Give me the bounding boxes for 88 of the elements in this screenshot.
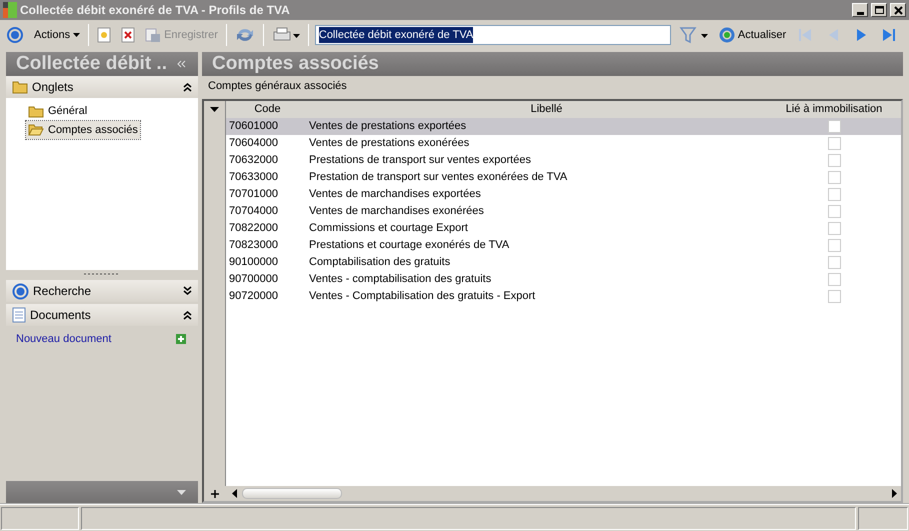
column-header[interactable]: Lié à immobilisation: [784, 101, 884, 118]
table-cell-text: 70601000: [228, 119, 279, 134]
refresh-icon: [718, 27, 735, 43]
checkbox[interactable]: [828, 239, 840, 252]
table-cell-text: 70701000: [228, 187, 279, 202]
table-cell-text: 90720000: [228, 289, 279, 304]
window-title: Collectée débit exonéré de TVA - Profils de TVA: [20, 2, 291, 19]
table-cell-text: 70633000: [228, 170, 279, 186]
table-cell-text: 70823000: [228, 238, 279, 254]
plus-icon: [210, 488, 220, 498]
search-icon: [12, 282, 29, 300]
maximize-icon: [874, 4, 884, 16]
checkbox[interactable]: [828, 137, 840, 150]
table-cell-text: Ventes de marchandises exportées: [308, 187, 482, 202]
table-cell-text: Prestation de transport sur ventes exonérées de TVA: [308, 170, 568, 186]
table-cell-text: Comptabilisation des gratuits: [308, 255, 452, 270]
checkbox[interactable]: [828, 120, 840, 133]
table-row[interactable]: 70701000 Ventes de marchandises exportées: [226, 186, 901, 203]
column-header[interactable]: Code: [226, 101, 306, 118]
folder-icon: [12, 80, 28, 94]
checkbox[interactable]: [828, 273, 840, 286]
table-cell-text: Ventes - Comptabilisation des gratuits - Export: [308, 289, 536, 304]
minimize-button[interactable]: [852, 3, 868, 17]
panel-title: Collectée débit ..: [16, 52, 167, 76]
table-row[interactable]: 70704000 Ventes de marchandises exonérées: [226, 203, 901, 220]
table-row[interactable]: 90100000 Comptabilisation des gratuits: [226, 254, 901, 271]
section-title: Comptes généraux associés: [208, 78, 347, 94]
close-button[interactable]: [890, 3, 906, 17]
app-logo-icon: [3, 2, 17, 18]
table-cell-text: Prestations et courtage exonérés de TVA: [308, 238, 510, 254]
caret-icon: [73, 33, 80, 37]
scroll-right-button[interactable]: [890, 489, 898, 498]
table-row[interactable]: 70823000 Prestations et courtage exonérés de TVA: [226, 237, 901, 254]
table-cell-text: 70604000: [228, 136, 279, 152]
new-document-link[interactable]: Nouveau document: [16, 331, 112, 348]
folder-icon: [28, 104, 44, 118]
table-row[interactable]: 70632000 Prestations de transport sur ventes exportées: [226, 152, 901, 169]
add-button[interactable]: [174, 334, 188, 344]
table-row[interactable]: 70601000 Ventes de prestations exportées: [226, 118, 901, 135]
checkbox[interactable]: [828, 222, 840, 235]
checkbox[interactable]: [828, 171, 840, 184]
save-icon: [145, 27, 162, 43]
section-header[interactable]: Documents: [6, 304, 198, 326]
checkbox[interactable]: [828, 205, 840, 218]
table-cell-text: Ventes - comptabilisation des gratuits: [308, 272, 492, 288]
minimize-icon: [856, 12, 864, 15]
menu-button[interactable]: [4, 26, 26, 44]
document-icon: [12, 307, 26, 323]
tree-item[interactable]: Comptes associés: [26, 120, 140, 139]
table-cell-text: Commissions et courtage Export: [308, 221, 469, 236]
table-cell-text: Ventes de marchandises exonérées: [308, 204, 485, 220]
table-row[interactable]: 90720000 Ventes - Comptabilisation des gratuits - Export: [226, 288, 901, 305]
table-cell-text: 90100000: [228, 255, 279, 270]
delete-button[interactable]: [119, 27, 138, 43]
table-cell-text: 70822000: [228, 221, 279, 236]
collapse-button[interactable]: [175, 60, 188, 68]
table-cell-text: 90700000: [228, 272, 279, 288]
checkbox[interactable]: [828, 256, 840, 269]
table-cell-text: 70704000: [228, 204, 279, 220]
checkbox[interactable]: [828, 290, 840, 303]
section-header[interactable]: Recherche: [6, 280, 198, 302]
table-cell-text: Ventes de prestations exportées: [308, 119, 468, 134]
dropdown-button[interactable]: [175, 490, 188, 494]
table-cell-text: 70632000: [228, 153, 279, 168]
table-cell-text: Ventes de prestations exonérées: [308, 136, 470, 152]
actions-button[interactable]: Actions: [32, 26, 82, 44]
checkbox[interactable]: [828, 188, 840, 201]
open-folder-icon: [28, 123, 44, 136]
refresh-button[interactable]: Actualiser: [716, 26, 788, 44]
table-row[interactable]: 70822000 Commissions et courtage Export: [226, 220, 901, 237]
scrollbar-thumb[interactable]: [242, 488, 342, 499]
table-row[interactable]: 70633000 Prestation de transport sur ventes exonérées de TVA: [226, 169, 901, 186]
checkbox[interactable]: [828, 154, 840, 167]
table-row[interactable]: 70604000 Ventes de prestations exonérées: [226, 135, 901, 152]
table-cell-text: Prestations de transport sur ventes exportées: [308, 153, 532, 168]
maximize-button[interactable]: [871, 3, 887, 17]
section-header[interactable]: Onglets: [6, 76, 198, 98]
tree-item[interactable]: Général: [26, 102, 90, 120]
status-bar-panel: [858, 507, 908, 530]
column-menu-button[interactable]: [208, 107, 221, 112]
new-button[interactable]: [95, 27, 114, 43]
close-icon: [892, 4, 904, 16]
scroll-left-button[interactable]: [231, 489, 239, 498]
search-field[interactable]: Collectée débit exonéré de TVA: [314, 25, 671, 45]
column-header[interactable]: Libellé: [306, 101, 784, 118]
save-button: Enregistrer: [143, 26, 220, 44]
panel-title: Comptes associés: [212, 52, 379, 76]
table-row[interactable]: 90700000 Ventes - comptabilisation des gratuits: [226, 271, 901, 288]
